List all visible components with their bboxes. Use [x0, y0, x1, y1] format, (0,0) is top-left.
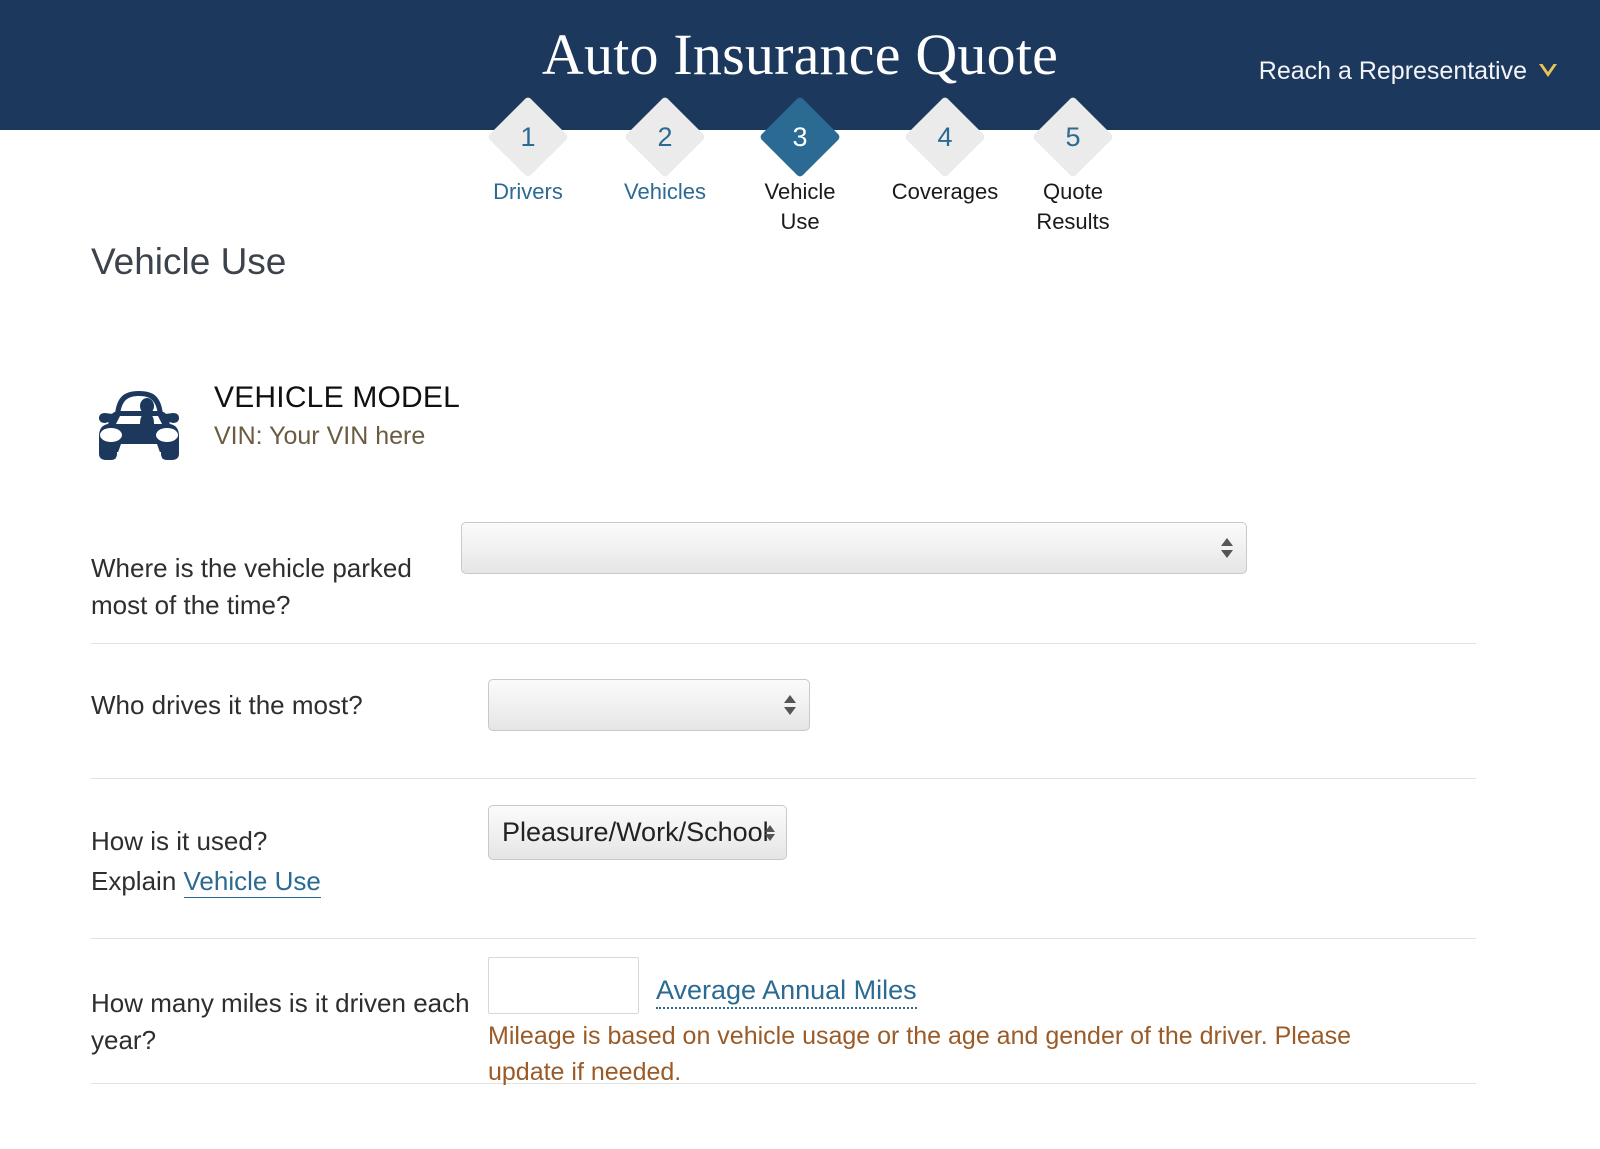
step-3-diamond: 3 — [758, 95, 842, 179]
label-vehicle-usage-line2: Explain Vehicle Use — [91, 863, 488, 900]
control-vehicle-usage: Pleasure/Work/School — [488, 805, 1476, 860]
step-5-diamond: 5 — [1031, 95, 1115, 179]
step-1-diamond: 1 — [486, 95, 570, 179]
explain-prefix: Explain — [91, 866, 184, 896]
step-2-number: 2 — [657, 121, 673, 152]
label-annual-mileage: How many miles is it driven each year? — [91, 988, 470, 1055]
step-1-number: 1 — [520, 121, 536, 152]
vehicle-usage-select[interactable]: Pleasure/Work/School — [488, 805, 787, 860]
step-5-number: 5 — [1065, 121, 1081, 152]
control-primary-driver — [488, 679, 1476, 731]
form-row-vehicle-usage: How is it used? Explain Vehicle Use Plea… — [91, 779, 1476, 939]
step-4-diamond: 4 — [903, 95, 987, 179]
vehicle-use-form: Where is the vehicle parked most of the … — [91, 500, 1476, 1086]
reach-a-representative-label: Reach a Representative — [1258, 57, 1527, 85]
parked-location-select[interactable] — [461, 522, 1247, 574]
primary-driver-select[interactable] — [488, 679, 810, 731]
select-arrows-icon — [784, 692, 796, 718]
vehicle-summary: VEHICLE MODEL VIN: Your VIN here — [91, 370, 460, 473]
step-1-label[interactable]: Drivers — [459, 177, 597, 207]
label-parked-location: Where is the vehicle parked most of the … — [91, 553, 412, 620]
reach-a-representative-button[interactable]: Reach a Representative — [1259, 56, 1558, 86]
step-4-coverages: 4 Coverages — [876, 95, 1014, 207]
average-annual-miles-link[interactable]: Average Annual Miles — [656, 973, 917, 1009]
step-2-vehicles[interactable]: 2 Vehicles — [596, 95, 734, 207]
step-2-label[interactable]: Vehicles — [596, 177, 734, 207]
step-4-number: 4 — [937, 121, 953, 152]
step-3-number: 3 — [792, 121, 808, 152]
step-3-label: Vehicle Use — [764, 179, 836, 234]
page-title: Vehicle Use — [91, 241, 287, 282]
chevron-down-icon — [1538, 62, 1558, 80]
control-parked-location — [461, 522, 1476, 574]
vehicle-vin: VIN: Your VIN here — [214, 422, 426, 450]
step-2-diamond: 2 — [623, 95, 707, 179]
label-primary-driver: Who drives it the most? — [91, 690, 363, 720]
annual-mileage-input[interactable] — [488, 957, 639, 1014]
progress-stepper: 1 Drivers 2 Vehicles 3 Vehicle Use 4 Cov… — [0, 95, 1600, 238]
step-3-vehicle-use: 3 Vehicle Use — [731, 95, 869, 237]
vehicle-usage-value: Pleasure/Work/School — [502, 817, 769, 847]
car-front-icon — [91, 370, 187, 473]
step-4-label: Coverages — [891, 179, 999, 204]
select-arrows-icon — [765, 820, 777, 846]
form-row-parked-location: Where is the vehicle parked most of the … — [91, 500, 1476, 644]
form-row-annual-mileage: How many miles is it driven each year? A… — [91, 939, 1476, 1086]
label-vehicle-usage-line1: How is it used? — [91, 826, 268, 856]
annual-mileage-note: Mileage is based on vehicle usage or the… — [488, 1022, 1352, 1086]
select-arrows-icon — [1221, 535, 1233, 561]
control-annual-mileage: Average Annual Miles Mileage is based on… — [488, 957, 1476, 1090]
step-1-drivers[interactable]: 1 Drivers — [459, 95, 597, 207]
step-5-quote-results: 5 Quote Results — [1004, 95, 1142, 237]
label-vehicle-usage: How is it used? Explain Vehicle Use — [91, 805, 488, 900]
vehicle-use-explain-link[interactable]: Vehicle Use — [183, 866, 321, 898]
form-row-primary-driver: Who drives it the most? — [91, 644, 1476, 779]
step-5-label: Quote Results — [1036, 179, 1110, 234]
vehicle-model-name: VEHICLE MODEL — [214, 381, 460, 414]
